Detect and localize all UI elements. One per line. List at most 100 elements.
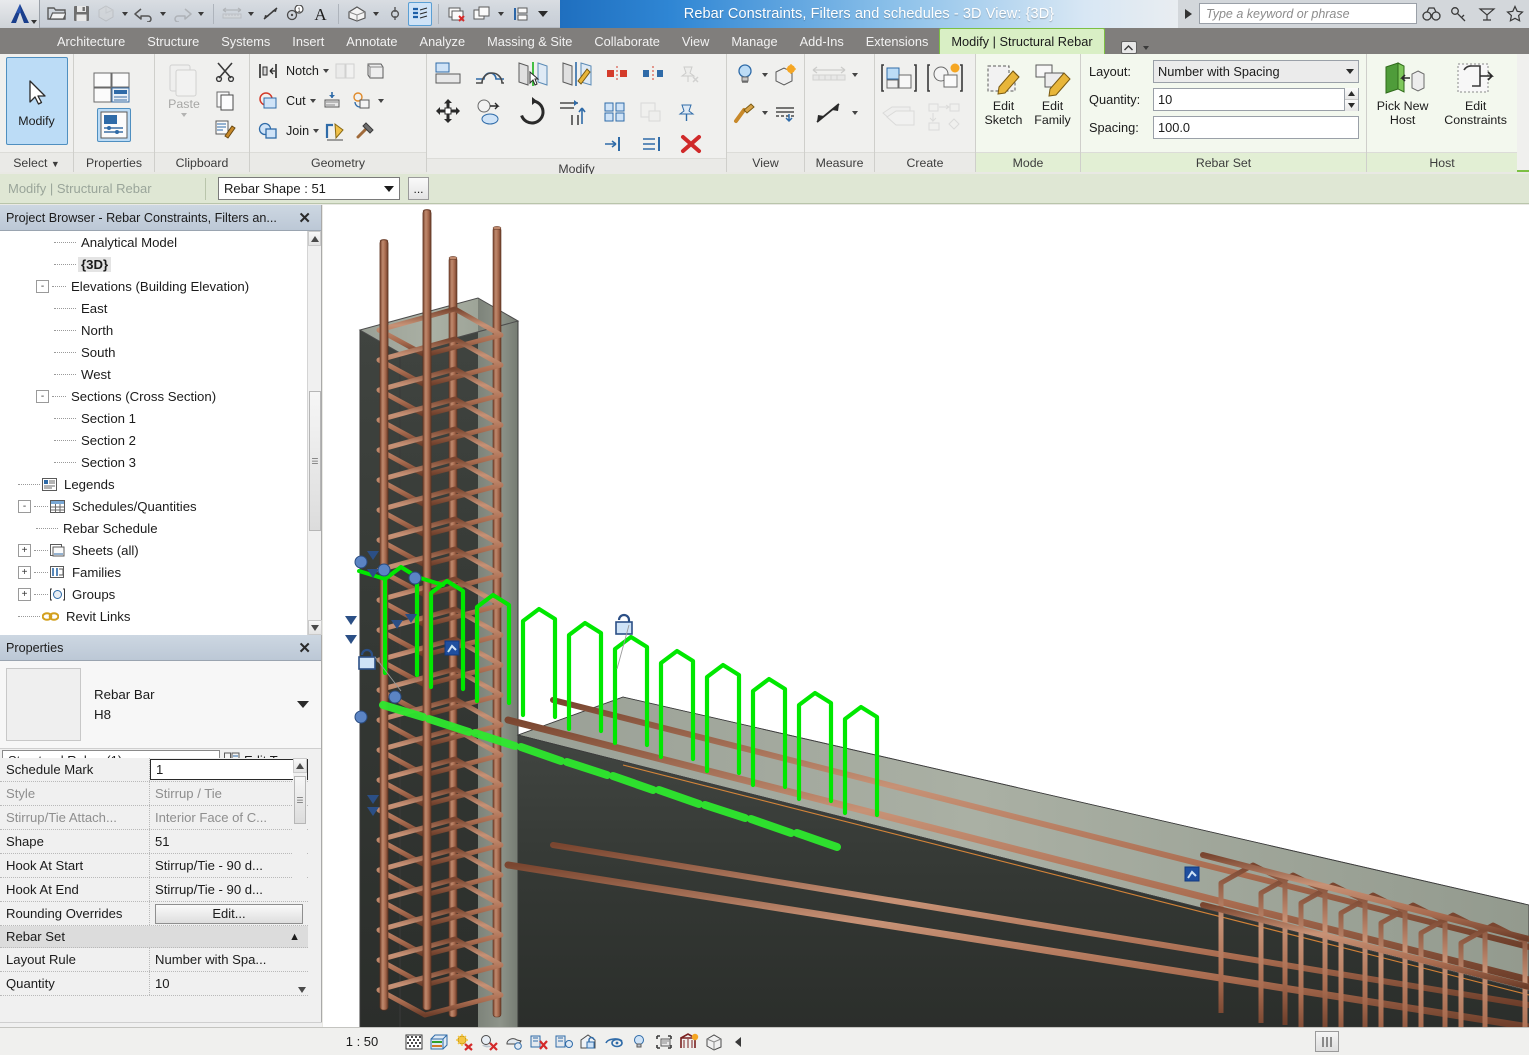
chevron-down-icon[interactable] (498, 12, 504, 16)
open-icon[interactable] (44, 2, 68, 26)
switch-windows-icon[interactable] (470, 2, 494, 26)
quick-access-toolbar[interactable]: 1 A (40, 0, 552, 28)
edit-sketch-button[interactable]: Edit Sketch (980, 57, 1027, 127)
temporary-hide-isolate-icon[interactable] (601, 1030, 626, 1054)
ribbon-minimize-group[interactable] (1105, 41, 1152, 54)
browser-node[interactable]: East (0, 297, 308, 319)
section-icon[interactable] (383, 2, 407, 26)
override-graphics-icon[interactable] (771, 99, 799, 127)
visual-style-icon[interactable] (426, 1030, 451, 1054)
browser-node[interactable]: Legends (0, 473, 308, 495)
tab-extensions[interactable]: Extensions (855, 28, 940, 54)
pick-new-host-button[interactable]: Pick New Host (1371, 57, 1434, 127)
browser-node[interactable]: West (0, 363, 308, 385)
chevron-down-icon[interactable] (1143, 46, 1149, 50)
tab-add-ins[interactable]: Add-Ins (789, 28, 855, 54)
demolish-icon[interactable] (318, 87, 346, 115)
chevron-down-icon[interactable] (852, 111, 858, 115)
align-icon[interactable] (431, 57, 465, 91)
measure-between-references-icon[interactable] (809, 61, 849, 89)
spacing-input[interactable]: 100.0 (1153, 116, 1359, 139)
modify-button[interactable]: Modify (6, 57, 68, 145)
quantity-stepper[interactable] (1344, 88, 1358, 111)
reveal-hidden-elements-icon[interactable] (626, 1030, 651, 1054)
copy-to-center-icon[interactable] (639, 60, 667, 88)
split-face-icon[interactable] (331, 57, 359, 85)
paint-geometry-icon[interactable] (361, 57, 389, 85)
property-value[interactable]: Stirrup / Tie (150, 782, 308, 805)
chevron-down-icon[interactable] (323, 69, 329, 73)
property-value[interactable]: Edit... (150, 902, 308, 925)
tab-systems[interactable]: Systems (210, 28, 281, 54)
scroll-up-arrow-icon[interactable] (308, 231, 321, 246)
revit-logo-icon[interactable] (0, 0, 40, 28)
browser-node[interactable]: Revit Links (0, 605, 308, 627)
property-row[interactable]: Hook At StartStirrup/Tie - 90 d... (0, 854, 308, 878)
save-icon[interactable] (69, 2, 93, 26)
collapse-icon[interactable]: - (36, 280, 49, 293)
property-value[interactable]: 51 (150, 830, 308, 853)
move-icon[interactable] (431, 95, 465, 129)
properties-scrollbar[interactable]: ☰ (293, 758, 307, 888)
tab-collaborate[interactable]: Collaborate (583, 28, 670, 54)
unpin-icon[interactable] (675, 60, 703, 88)
expand-icon[interactable]: + (18, 588, 31, 601)
cut-geometry-icon[interactable] (254, 87, 282, 115)
property-value[interactable]: Interior Face of C... (150, 806, 308, 829)
copy-offset-icon[interactable] (473, 95, 507, 129)
visibility-graphics-icon[interactable] (731, 61, 759, 89)
delete-icon[interactable] (677, 130, 705, 158)
mirror-pick-axis-icon[interactable] (515, 57, 551, 91)
browser-node[interactable]: -Schedules/Quantities (0, 495, 308, 517)
minimize-ribbon-icon[interactable] (1121, 41, 1137, 54)
chevron-down-icon[interactable] (122, 12, 128, 16)
favorites-star-icon[interactable] (1501, 0, 1529, 28)
measure-icon[interactable] (220, 2, 244, 26)
tab-insert[interactable]: Insert (281, 28, 335, 54)
property-row[interactable]: Hook At EndStirrup/Tie - 90 d... (0, 878, 308, 902)
properties-stack-icon[interactable] (93, 71, 135, 105)
rebar-shape-browser-button[interactable]: ... (408, 177, 429, 200)
rounding-overrides-edit-button[interactable]: Edit... (155, 904, 303, 924)
match-type-properties-button[interactable] (211, 115, 239, 143)
collapse-icon[interactable]: - (36, 390, 49, 403)
project-browser-tree[interactable]: Analytical Model{3D}-Elevations (Buildin… (0, 231, 308, 635)
rotate-icon[interactable] (515, 95, 549, 129)
browser-node[interactable]: {3D} (0, 253, 308, 275)
chevron-down-icon[interactable] (160, 12, 166, 16)
collapse-arrow-icon[interactable] (726, 1030, 751, 1054)
progress-bar-icon[interactable] (1315, 1031, 1339, 1052)
beam-join-hammer-icon[interactable] (351, 117, 379, 145)
browser-node[interactable]: +Families (0, 561, 308, 583)
unlocked-3d-view-icon[interactable] (576, 1030, 601, 1054)
join-geometry-icon[interactable] (254, 117, 282, 145)
chevron-down-icon[interactable] (378, 99, 384, 103)
offset-icon[interactable] (473, 57, 507, 91)
browser-node[interactable]: Rebar Schedule (0, 517, 308, 539)
notch-label[interactable]: Notch (284, 64, 321, 78)
browser-node[interactable]: South (0, 341, 308, 363)
link-model-icon[interactable] (925, 100, 965, 134)
property-value[interactable]: Number with Spa... (150, 948, 308, 971)
sync-with-central-icon[interactable] (94, 2, 118, 26)
property-row[interactable]: Layout RuleNumber with Spa... (0, 948, 308, 972)
chevron-down-icon[interactable] (1346, 69, 1354, 74)
close-hidden-windows-icon[interactable] (445, 2, 469, 26)
browser-node[interactable]: +Sheets (all) (0, 539, 308, 561)
property-row[interactable]: Shape51 (0, 830, 308, 854)
cut-button[interactable] (211, 57, 239, 85)
create-similar-icon[interactable] (879, 60, 919, 96)
property-value[interactable]: Stirrup/Tie - 90 d... (150, 878, 308, 901)
cut-label[interactable]: Cut (284, 94, 308, 108)
crop-region-off-icon[interactable] (526, 1030, 551, 1054)
expand-arrow-icon[interactable] (1185, 9, 1192, 19)
scrollbar-thumb[interactable]: ☰ (309, 391, 321, 531)
project-browser-scrollbar[interactable]: ☰ (307, 231, 321, 635)
detail-level-icon[interactable] (401, 1030, 426, 1054)
chevron-down-icon[interactable] (384, 186, 394, 192)
properties-scroll-down-arrow-icon[interactable] (295, 980, 309, 1000)
tag-icon[interactable]: 1 (283, 2, 307, 26)
undo-icon[interactable] (132, 2, 156, 26)
join-label[interactable]: Join (284, 124, 311, 138)
search-input[interactable]: Type a keyword or phrase (1199, 3, 1417, 24)
